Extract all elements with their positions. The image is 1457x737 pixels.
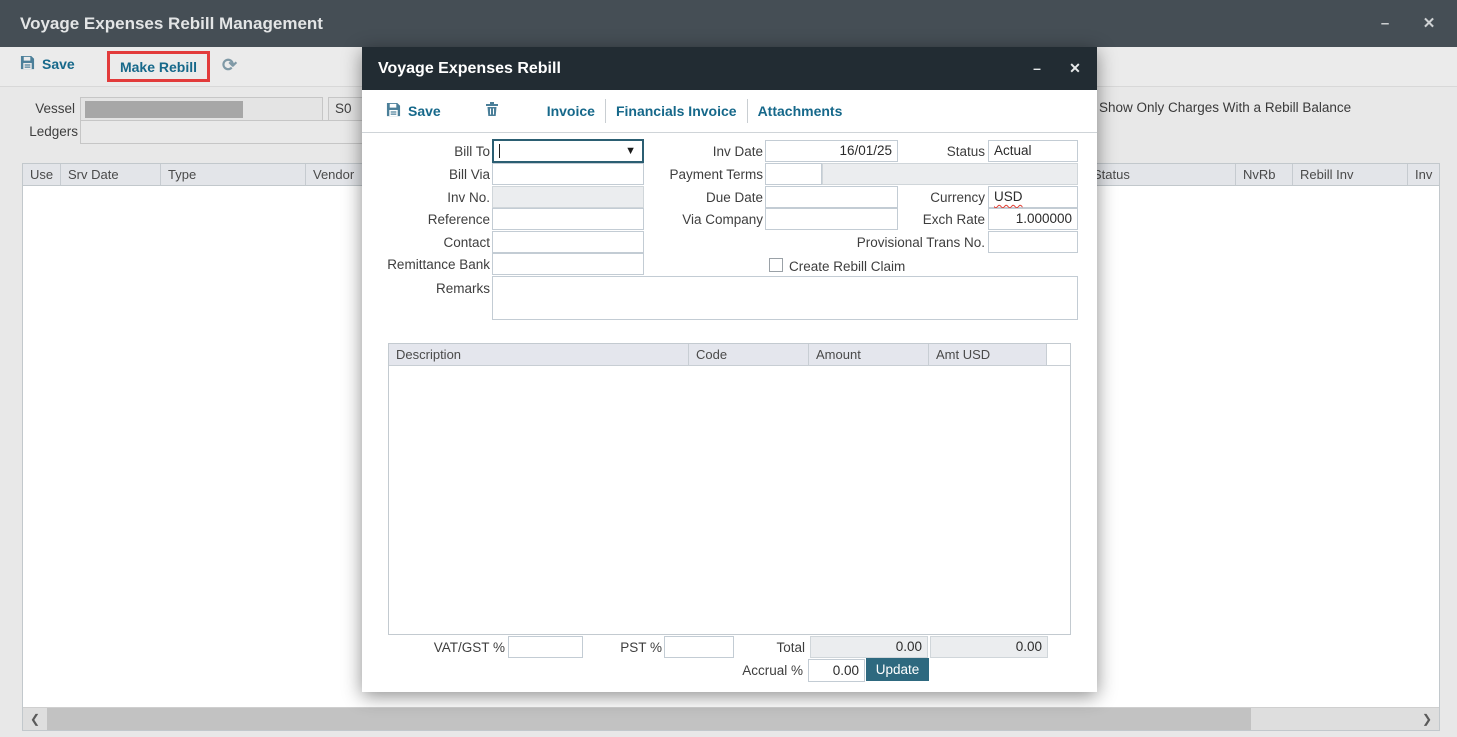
vessel-label: Vessel	[0, 101, 75, 116]
exch-rate-label: Exch Rate	[905, 212, 985, 227]
scroll-left-icon[interactable]: ❮	[23, 708, 47, 730]
create-rebill-claim-label: Create Rebill Claim	[789, 259, 949, 274]
save-icon	[20, 55, 35, 73]
show-only-charges-filter-label[interactable]: Show Only Charges With a Rebill Balance	[1099, 100, 1351, 115]
col-inv[interactable]: Inv	[1408, 164, 1439, 185]
col-amount[interactable]: Amount	[809, 344, 929, 365]
col-use[interactable]: Use	[23, 164, 61, 185]
voyage-expenses-rebill-dialog: Voyage Expenses Rebill – ✕ Save Invoice …	[362, 47, 1097, 692]
rebill-line-items-table: Description Code Amount Amt USD	[388, 343, 1071, 635]
make-rebill-label: Make Rebill	[120, 59, 197, 75]
reference-input[interactable]	[492, 208, 644, 230]
currency-value: USD	[994, 189, 1023, 204]
refresh-icon[interactable]: ⟳	[222, 55, 237, 76]
make-rebill-button[interactable]: Make Rebill	[107, 51, 210, 82]
main-save-button[interactable]: Save	[20, 55, 75, 73]
main-window-titlebar: Voyage Expenses Rebill Management – ✕	[0, 0, 1457, 47]
payment-terms-desc-field	[822, 163, 1078, 185]
payment-terms-input[interactable]	[765, 163, 822, 185]
create-rebill-claim-checkbox[interactable]	[769, 258, 783, 272]
modal-toolbar: Save Invoice Financials Invoice Attachme…	[362, 90, 1097, 133]
col-status[interactable]: Status	[1086, 164, 1236, 185]
inv-no-input[interactable]	[492, 186, 644, 208]
col-srv-date[interactable]: Srv Date	[61, 164, 161, 185]
provisional-trans-no-input[interactable]	[988, 231, 1078, 253]
due-date-input[interactable]	[765, 186, 898, 208]
line-items-header: Description Code Amount Amt USD	[389, 344, 1070, 366]
vat-gst-input[interactable]	[508, 636, 583, 658]
modal-save-button[interactable]: Save	[386, 102, 441, 120]
total-amt-usd-field: 0.00	[930, 636, 1048, 658]
invoice-tab[interactable]: Invoice	[547, 103, 595, 119]
via-company-input[interactable]	[765, 208, 898, 230]
save-icon	[386, 102, 401, 120]
pst-input[interactable]	[664, 636, 734, 658]
remarks-label: Remarks	[370, 281, 490, 296]
main-window-title: Voyage Expenses Rebill Management	[20, 0, 323, 47]
total-amount-field: 0.00	[810, 636, 928, 658]
col-rebill-inv[interactable]: Rebill Inv	[1293, 164, 1408, 185]
pst-label: PST %	[592, 640, 662, 655]
main-close-button[interactable]: ✕	[1409, 0, 1449, 47]
trash-icon	[485, 101, 499, 122]
toolbar-separator	[747, 99, 748, 123]
text-cursor	[499, 144, 500, 158]
reference-label: Reference	[370, 212, 490, 227]
ledgers-label: Ledgers	[0, 124, 78, 139]
col-nvrb[interactable]: NvRb	[1236, 164, 1293, 185]
modal-title: Voyage Expenses Rebill	[378, 47, 561, 90]
scroll-right-icon[interactable]: ❯	[1415, 708, 1439, 730]
col-description[interactable]: Description	[389, 344, 689, 365]
accrual-label: Accrual %	[703, 663, 803, 678]
modal-minimize-button[interactable]: –	[1019, 47, 1055, 90]
inv-date-label: Inv Date	[643, 144, 763, 159]
col-code[interactable]: Code	[689, 344, 809, 365]
bill-via-label: Bill Via	[370, 167, 490, 182]
payment-terms-label: Payment Terms	[623, 167, 763, 182]
scrollbar-thumb[interactable]	[47, 708, 1251, 730]
contact-label: Contact	[370, 235, 490, 250]
inv-date-input[interactable]: 16/01/25	[765, 140, 898, 162]
toolbar-separator	[605, 99, 606, 123]
modal-save-label: Save	[408, 103, 441, 119]
currency-input[interactable]: USD	[988, 186, 1078, 208]
vessel-input[interactable]	[80, 97, 323, 121]
inv-no-label: Inv No.	[370, 190, 490, 205]
modal-titlebar: Voyage Expenses Rebill – ✕	[362, 47, 1097, 90]
financials-invoice-tab[interactable]: Financials Invoice	[616, 103, 737, 119]
bill-via-input[interactable]	[492, 163, 644, 185]
bill-to-label: Bill To	[370, 144, 490, 159]
contact-input[interactable]	[492, 231, 644, 253]
modal-close-button[interactable]: ✕	[1057, 47, 1093, 90]
status-input[interactable]: Actual	[988, 140, 1078, 162]
vessel-value-redacted	[85, 101, 243, 118]
main-minimize-button[interactable]: –	[1365, 0, 1405, 47]
horizontal-scrollbar[interactable]: ❮ ❯	[23, 707, 1439, 730]
total-label: Total	[745, 640, 805, 655]
col-amt-usd[interactable]: Amt USD	[929, 344, 1047, 365]
remarks-textarea[interactable]	[492, 276, 1078, 320]
remittance-bank-input[interactable]	[492, 253, 644, 275]
exch-rate-input[interactable]: 1.000000	[988, 208, 1078, 230]
status-label: Status	[905, 144, 985, 159]
attachments-tab[interactable]: Attachments	[758, 103, 843, 119]
bill-to-dropdown[interactable]: ▼	[492, 139, 644, 163]
chevron-down-icon: ▼	[625, 145, 636, 157]
col-type[interactable]: Type	[161, 164, 306, 185]
due-date-label: Due Date	[643, 190, 763, 205]
vat-gst-label: VAT/GST %	[385, 640, 505, 655]
main-save-label: Save	[42, 56, 75, 72]
update-button[interactable]: Update	[866, 658, 929, 681]
remittance-bank-label: Remittance Bank	[370, 257, 490, 272]
via-company-label: Via Company	[643, 212, 763, 227]
provisional-trans-no-label: Provisional Trans No.	[825, 235, 985, 250]
currency-label: Currency	[905, 190, 985, 205]
accrual-input[interactable]: 0.00	[808, 659, 865, 682]
header-filler	[1047, 344, 1070, 365]
delete-button[interactable]	[485, 101, 499, 122]
